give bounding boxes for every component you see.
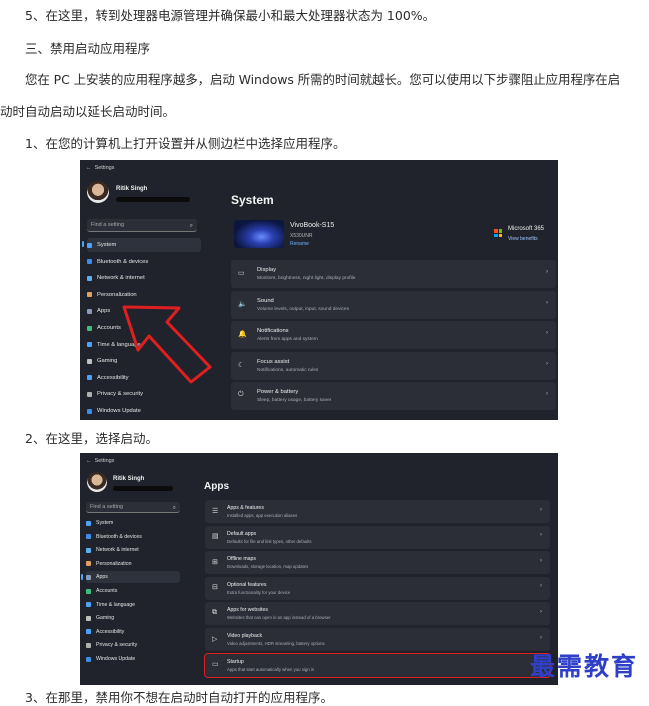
sidebar-item-label: Network & internet [96,547,139,554]
window-titlebar: ← Settings [86,458,115,464]
sidebar-item-personalization[interactable]: Personalization [86,558,180,570]
nav-icon [86,547,91,553]
nav-icon [86,629,91,635]
step-5-text: 5、在这里，转到处理器电源管理并确保最小和最大处理器状态为 100%。 [25,8,436,23]
search-icon: ⌕ [172,505,176,511]
card-subtitle: Extra functionality for your device [227,589,291,595]
settings-card-offline-maps[interactable]: ⊞ Offline maps Downloads, storage location… [205,551,550,575]
sidebar-item-label: Accessibility [96,628,125,635]
settings-card-default-apps[interactable]: ▤ Default apps Defaults for file and link … [205,525,550,549]
avatar [87,472,107,492]
step-2-text: 2、在这里，选择启动。 [25,431,158,446]
sidebar-item-network-internet[interactable]: Network & internet [86,544,180,556]
intro-line-1: 您在 PC 上安装的应用程序越多，启动 Windows 所需的时间就越长。您可以… [25,72,621,87]
search-placeholder: Find a setting [90,504,124,510]
sidebar-item-time-language[interactable]: Time & language [86,599,180,611]
chevron-right-icon: › [540,506,542,513]
chevron-right-icon: › [540,634,542,641]
card-title: Startup [227,658,244,665]
sidebar-item-accounts[interactable]: Accounts [86,585,180,597]
chevron-right-icon: › [540,557,542,564]
nav-icon [86,534,91,540]
sidebar-item-label: Privacy & security [96,642,138,649]
card-icon: ▷ [212,635,218,643]
watermark: 最需教育 [530,652,639,681]
settings-card-startup[interactable]: ▭ Startup Apps that start automatically wh… [204,652,551,678]
sidebar-item-label: Apps [96,574,108,581]
card-title: Optional features [227,581,267,588]
nav-icon [86,574,91,580]
sidebar-item-label: Time & language [96,601,136,608]
sidebar-item-label: Windows Update [96,656,136,662]
card-subtitle: Apps that start automatically when you s… [227,666,315,672]
settings-system-screenshot: ← Settings Ritik Singh Find a setting ⌕ … [80,160,558,420]
sidebar-item-label: Accounts [96,588,118,594]
section-3-heading: 三、禁用启动应用程序 [25,41,151,56]
user-name: Ritik Singh [113,476,145,482]
card-title: Apps for websites [227,607,268,614]
sidebar-item-label: Gaming [96,615,115,622]
card-icon: ⊞ [212,558,218,566]
settings-card-apps-for-websites[interactable]: ⧉ Apps for websites Websites that can open… [205,602,550,626]
card-subtitle: Downloads, storage location, map updates [227,564,309,570]
card-subtitle: Defaults for file and link types, other … [227,538,312,544]
card-subtitle: Video adjustments, HDR streaming, batter… [227,641,325,646]
nav-icon [86,642,91,648]
sidebar-item-apps[interactable]: Apps [81,571,180,584]
search-input[interactable]: Find a setting ⌕ [86,502,180,513]
sidebar-item-accessibility[interactable]: Accessibility [86,626,180,638]
intro-line-2: 动时自动启动以延长启动时间。 [0,104,176,119]
window-title: Settings [94,458,115,464]
card-subtitle: Websites that can open in an app instead… [227,615,331,621]
sidebar-item-label: Bluetooth & devices [96,533,142,540]
nav-icon [86,588,91,594]
nav-icon [86,656,91,662]
red-arrow-annotation [122,305,212,384]
sidebar-item-windows-update[interactable]: Windows Update [86,653,180,665]
step-1-text: 1、在您的计算机上打开设置并从侧边栏中选择应用程序。 [25,136,346,151]
settings-card-optional-features[interactable]: ⊟ Optional features Extra functionality fo… [205,576,550,600]
page-title: Apps [204,481,229,492]
sidebar-item-gaming[interactable]: Gaming [86,612,180,624]
card-icon: ▤ [212,533,219,541]
nav-icon [86,602,91,608]
card-icon: ⊟ [212,584,218,592]
sidebar-item-privacy-security[interactable]: Privacy & security [86,639,180,651]
chevron-right-icon: › [540,583,542,590]
card-icon: ⧉ [212,608,217,616]
user-email-redacted [113,486,173,491]
card-icon: ☰ [212,507,219,515]
sidebar-item-label: System [96,520,114,526]
nav-icon [86,561,91,567]
settings-card-video-playback[interactable]: ▷ Video playback Video adjustments, HDR st… [205,628,550,651]
card-title: Offline maps [227,556,257,563]
chevron-right-icon: › [540,608,542,615]
settings-apps-screenshot: ← Settings Ritik Singh Find a setting ⌕ … [80,453,558,685]
nav-icon [86,520,91,526]
sidebar-item-system[interactable]: System [86,517,180,529]
step-3-text: 3、在那里，禁用你不想在启动时自动打开的应用程序。 [25,690,333,705]
card-subtitle: Installed apps, app execution aliases [227,513,298,518]
card-icon: ▭ [212,661,219,669]
settings-card-apps-features[interactable]: ☰ Apps & features Installed apps, app exec… [205,500,550,523]
nav-icon [86,615,91,621]
card-title: Default apps [227,530,257,537]
card-title: Apps & features [227,505,264,511]
card-title: Video playback [227,633,263,639]
sidebar-item-label: Personalization [96,560,132,567]
sidebar-item-bluetooth-devices[interactable]: Bluetooth & devices [86,531,180,543]
chevron-right-icon: › [540,532,542,539]
